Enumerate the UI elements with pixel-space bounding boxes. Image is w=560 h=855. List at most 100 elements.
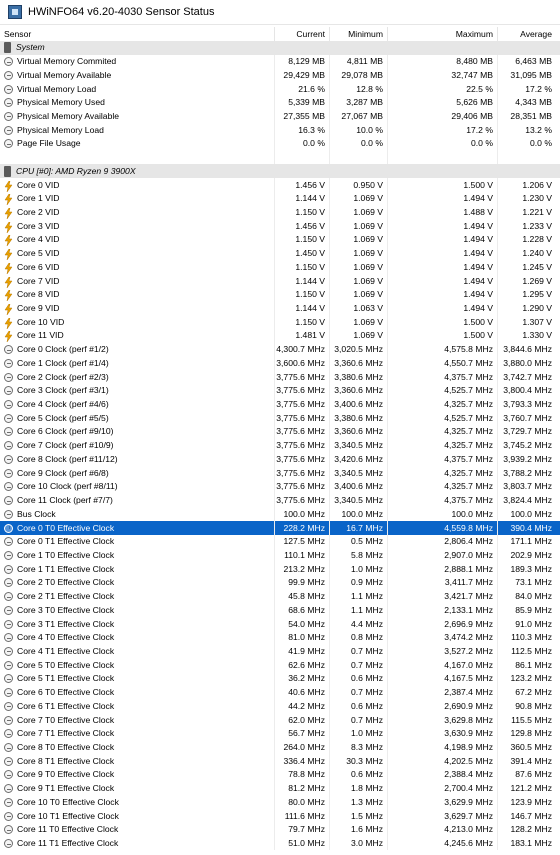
sensor-row[interactable]: Core 1 Clock (perf #1/4) 3,600.6 MHz 3,360…	[0, 356, 560, 371]
sensor-row[interactable]: Physical Memory Used 5,339 MB 3,287 MB 5,62…	[0, 95, 560, 110]
minimum-value: 1.0 MHz	[330, 562, 388, 577]
sensor-row[interactable]: Core 4 VID 1.150 V 1.069 V 1.494 V 1.228 V	[0, 233, 560, 247]
sensor-icon	[4, 619, 13, 629]
sensor-row[interactable]: Core 2 Clock (perf #2/3) 3,775.6 MHz 3,380…	[0, 370, 560, 384]
sensor-row[interactable]: Core 7 Clock (perf #10/9) 3,775.6 MHz 3,34…	[0, 438, 560, 453]
sensor-row[interactable]: Core 11 VID 1.481 V 1.069 V 1.500 V 1.330 V	[0, 329, 560, 343]
sensor-row[interactable]: Core 3 T1 Effective Clock 54.0 MHz 4.4 MHz…	[0, 617, 560, 631]
sensor-row[interactable]: Physical Memory Load 16.3 % 10.0 % 17.2 % 13…	[0, 123, 560, 138]
sensor-row[interactable]: Core 4 T1 Effective Clock 41.9 MHz 0.7 MHz…	[0, 644, 560, 659]
sensor-row[interactable]: Core 3 Clock (perf #3/1) 3,775.6 MHz 3,360…	[0, 383, 560, 398]
sensor-group-row[interactable]: System	[0, 41, 560, 55]
sensor-label: Core 6 VID	[17, 261, 60, 272]
sensor-row[interactable]: Core 1 T1 Effective Clock 213.2 MHz 1.0 MH…	[0, 562, 560, 577]
voltage-bolt-icon	[4, 180, 13, 192]
sensor-row[interactable]: Core 0 T0 Effective Clock 228.2 MHz 16.7 M…	[0, 521, 560, 535]
sensor-row[interactable]: Core 9 VID 1.144 V 1.063 V 1.494 V 1.290 V	[0, 301, 560, 316]
sensor-row[interactable]: Core 1 T0 Effective Clock 110.1 MHz 5.8 MH…	[0, 548, 560, 563]
sensor-row[interactable]: Core 8 T0 Effective Clock 264.0 MHz 8.3 MH…	[0, 740, 560, 755]
sensor-row[interactable]: Core 9 Clock (perf #6/8) 3,775.6 MHz 3,340…	[0, 466, 560, 480]
sensor-row[interactable]: Core 8 VID 1.150 V 1.069 V 1.494 V 1.295 V	[0, 287, 560, 302]
sensor-name-cell: Core 5 Clock (perf #5/5)	[0, 411, 275, 426]
sensor-row[interactable]: Core 6 T1 Effective Clock 44.2 MHz 0.6 MHz…	[0, 699, 560, 714]
sensor-row[interactable]: Core 0 VID 1.456 V 0.950 V 1.500 V 1.206 V	[0, 178, 560, 192]
minimum-value: 3,380.6 MHz	[330, 370, 388, 384]
sensor-name-cell: Core 10 Clock (perf #8/11)	[0, 480, 275, 494]
sensor-row[interactable]: Core 2 T1 Effective Clock 45.8 MHz 1.1 MHz…	[0, 589, 560, 604]
sensor-row[interactable]: Core 5 VID 1.450 V 1.069 V 1.494 V 1.240 V	[0, 246, 560, 261]
sensor-row[interactable]: Page File Usage 0.0 % 0.0 % 0.0 % 0.0 %	[0, 137, 560, 151]
sensor-row[interactable]: Core 6 T0 Effective Clock 40.6 MHz 0.7 MHz…	[0, 685, 560, 700]
sensor-icon	[4, 770, 13, 780]
current-value: 1.150 V	[275, 233, 330, 247]
minimum-value: 1.069 V	[330, 191, 388, 206]
column-header-average[interactable]: Average	[498, 27, 556, 41]
sensor-row[interactable]: Core 0 Clock (perf #1/2) 4,300.7 MHz 3,020…	[0, 342, 560, 357]
sensor-icon	[4, 797, 13, 807]
current-value: 4,300.7 MHz	[275, 342, 330, 357]
average-value: 171.1 MHz	[510, 536, 552, 547]
maximum-value: 2,700.4 MHz	[388, 781, 498, 796]
average-value: 1.330 V	[522, 330, 552, 341]
maximum-value: 4,325.7 MHz	[388, 466, 498, 480]
sensor-row[interactable]: Core 7 VID 1.144 V 1.069 V 1.494 V 1.269 V	[0, 274, 560, 288]
sensor-row[interactable]: Core 9 T0 Effective Clock 78.8 MHz 0.6 MHz…	[0, 768, 560, 782]
sensor-row[interactable]: Core 6 VID 1.150 V 1.069 V 1.494 V 1.245 V	[0, 260, 560, 275]
sensor-name-cell: Bus Clock	[0, 507, 275, 522]
current-value: 16.3 %	[275, 123, 330, 138]
sensor-row[interactable]: Core 4 Clock (perf #4/6) 3,775.6 MHz 3,400…	[0, 397, 560, 412]
sensor-row[interactable]: Virtual Memory Load 21.6 % 12.8 % 22.5 % 17.…	[0, 82, 560, 96]
sensor-row[interactable]: Core 5 T1 Effective Clock 36.2 MHz 0.6 MHz…	[0, 672, 560, 686]
sensor-row[interactable]: Core 11 Clock (perf #7/7) 3,775.6 MHz 3,34…	[0, 493, 560, 508]
minimum-value: 5.8 MHz	[330, 548, 388, 563]
sensor-group-row[interactable]: CPU [#0]: AMD Ryzen 9 3900X	[0, 164, 560, 179]
sensor-name-cell: Core 4 Clock (perf #4/6)	[0, 397, 275, 412]
sensor-row[interactable]: Core 2 VID 1.150 V 1.069 V 1.488 V 1.221 V	[0, 205, 560, 220]
sensor-icon	[4, 550, 13, 560]
sensor-row[interactable]: Core 3 T0 Effective Clock 68.6 MHz 1.1 MHz…	[0, 603, 560, 618]
sensor-row[interactable]: Core 5 Clock (perf #5/5) 3,775.6 MHz 3,380…	[0, 411, 560, 426]
average-value: 123.2 MHz	[510, 673, 552, 684]
sensor-row[interactable]: Bus Clock 100.0 MHz 100.0 MHz 100.0 MHz 100.…	[0, 507, 560, 522]
sensor-row[interactable]: Virtual Memory Commited 8,129 MB 4,811 MB 8…	[0, 54, 560, 69]
sensor-row[interactable]: Core 2 T0 Effective Clock 99.9 MHz 0.9 MHz…	[0, 576, 560, 590]
sensor-row[interactable]: Core 4 T0 Effective Clock 81.0 MHz 0.8 MHz…	[0, 630, 560, 645]
sensor-row[interactable]: Core 7 T0 Effective Clock 62.0 MHz 0.7 MHz…	[0, 713, 560, 727]
sensor-row[interactable]: Core 7 T1 Effective Clock 56.7 MHz 1.0 MHz…	[0, 726, 560, 741]
column-header-minimum[interactable]: Minimum	[330, 27, 388, 41]
sensor-row[interactable]: Core 10 VID 1.150 V 1.069 V 1.500 V 1.307 V	[0, 315, 560, 330]
minimum-value: 4,811 MB	[330, 54, 388, 69]
sensor-row[interactable]: Core 3 VID 1.456 V 1.069 V 1.494 V 1.233 V	[0, 219, 560, 234]
sensor-row[interactable]: Core 8 T1 Effective Clock 336.4 MHz 30.3 M…	[0, 754, 560, 769]
column-header-current[interactable]: Current	[275, 27, 330, 41]
sensor-row[interactable]: Core 11 T0 Effective Clock 79.7 MHz 1.6 MH…	[0, 822, 560, 837]
sensor-row[interactable]: Core 11 T1 Effective Clock 51.0 MHz 3.0 MH…	[0, 836, 560, 851]
sensor-row[interactable]: Core 0 T1 Effective Clock 127.5 MHz 0.5 MH…	[0, 534, 560, 549]
column-header-sensor[interactable]: Sensor	[0, 27, 275, 41]
sensor-row[interactable]: Core 10 T1 Effective Clock 111.6 MHz 1.5 M…	[0, 809, 560, 823]
current-value: 54.0 MHz	[275, 617, 330, 631]
sensor-icon	[4, 509, 13, 519]
sensor-row[interactable]: Core 5 T0 Effective Clock 62.6 MHz 0.7 MHz…	[0, 658, 560, 673]
sensor-row[interactable]: Core 9 T1 Effective Clock 81.2 MHz 1.8 MHz…	[0, 781, 560, 796]
sensor-label: Core 8 T1 Effective Clock	[17, 755, 115, 766]
sensor-row[interactable]: Virtual Memory Available 29,429 MB 29,078 …	[0, 68, 560, 83]
sensor-icon	[4, 386, 13, 396]
sensor-label: Core 8 Clock (perf #11/12)	[17, 453, 118, 464]
minimum-value: 1.069 V	[330, 246, 388, 261]
minimum-value: 0.950 V	[330, 178, 388, 192]
maximum-value: 2,133.1 MHz	[388, 603, 498, 618]
sensor-row[interactable]: Core 10 T0 Effective Clock 80.0 MHz 1.3 MH…	[0, 795, 560, 810]
sensor-row[interactable]: Physical Memory Available 27,355 MB 27,067…	[0, 109, 560, 124]
sensor-label: Bus Clock	[17, 508, 56, 519]
sensor-row[interactable]: Core 10 Clock (perf #8/11) 3,775.6 MHz 3,4…	[0, 480, 560, 494]
sensor-label: Core 2 T0 Effective Clock	[17, 577, 115, 588]
sensor-row[interactable]: Core 1 VID 1.144 V 1.069 V 1.494 V 1.230 V	[0, 191, 560, 206]
sensor-label: Core 11 T1 Effective Clock	[17, 838, 119, 849]
column-header-maximum[interactable]: Maximum	[388, 27, 498, 41]
sensor-label: Core 9 VID	[17, 303, 60, 314]
sensor-row[interactable]: Core 6 Clock (perf #9/10) 3,775.6 MHz 3,36…	[0, 425, 560, 439]
sensor-row[interactable]: Core 8 Clock (perf #11/12) 3,775.6 MHz 3,4…	[0, 452, 560, 467]
maximum-value: 3,474.2 MHz	[388, 630, 498, 645]
average-value: 1.307 V	[522, 316, 552, 327]
